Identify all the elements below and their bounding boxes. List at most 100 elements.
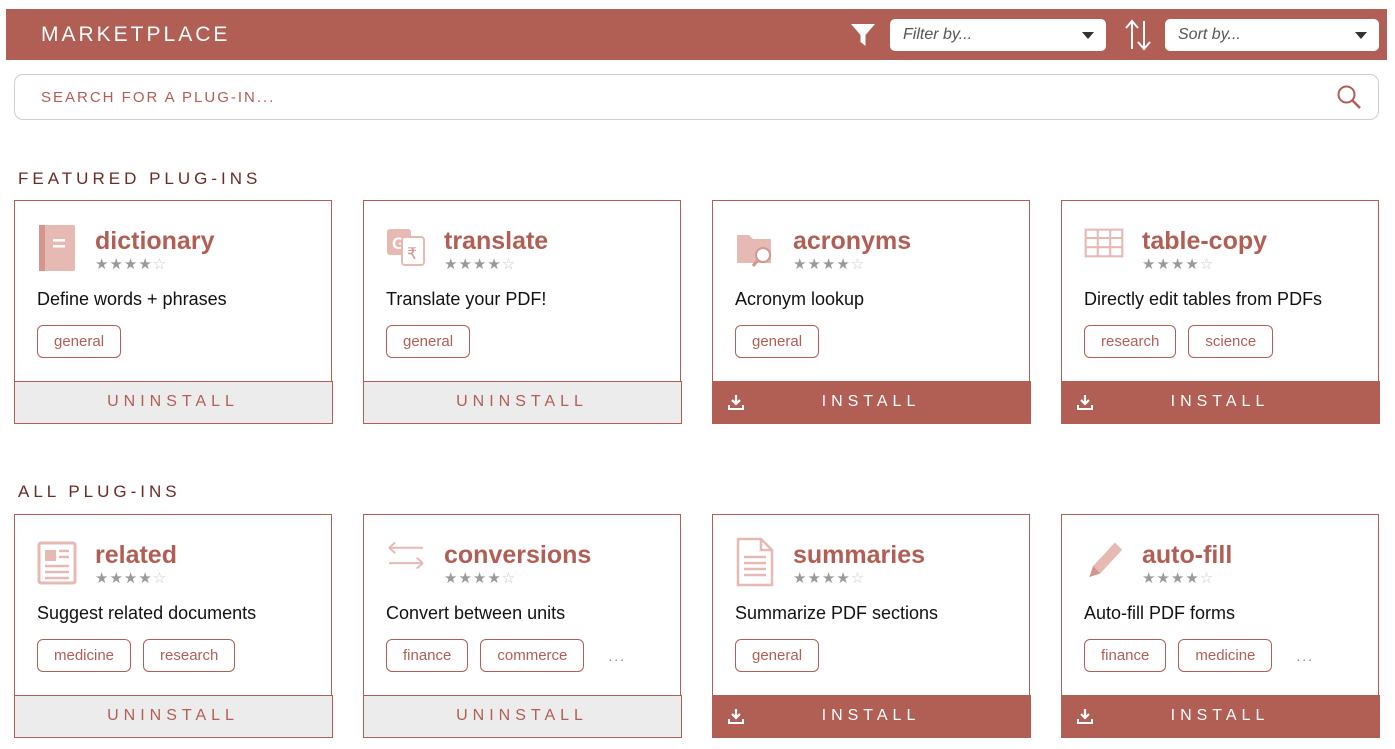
more-tags-indicator[interactable]: ... bbox=[1296, 648, 1314, 664]
plugin-name[interactable]: summaries bbox=[793, 540, 925, 570]
plugin-description: Directly edit tables from PDFs bbox=[1084, 289, 1323, 309]
download-icon bbox=[727, 708, 744, 724]
action-label: UNINSTALL bbox=[456, 707, 588, 724]
rating-stars: ★★★★☆ bbox=[95, 256, 214, 274]
install-button[interactable]: INSTALL bbox=[711, 380, 1031, 424]
search-icon[interactable] bbox=[1336, 84, 1362, 110]
plugin-name[interactable]: conversions bbox=[444, 540, 591, 570]
rating-stars: ★★★★☆ bbox=[793, 570, 925, 588]
rating-stars: ★★★★☆ bbox=[1142, 570, 1232, 588]
document-icon bbox=[735, 537, 775, 587]
half-star-icon: ☆ bbox=[501, 570, 517, 587]
book-icon bbox=[37, 223, 77, 273]
rating-stars: ★★★★☆ bbox=[793, 256, 911, 274]
app-title: MARKETPLACE bbox=[41, 22, 231, 46]
filter-icon[interactable] bbox=[850, 22, 876, 48]
install-button[interactable]: INSTALL bbox=[1060, 694, 1380, 738]
plugin-name[interactable]: auto-fill bbox=[1142, 540, 1232, 570]
plugin-card-auto-fill[interactable]: auto-fill ★★★★☆ Auto-fill PDF forms finance… bbox=[1060, 514, 1380, 738]
install-button[interactable]: INSTALL bbox=[1060, 380, 1380, 424]
plugin-card-table-copy[interactable]: table-copy ★★★★☆ Directly edit tables from… bbox=[1060, 200, 1380, 424]
card-header: conversions ★★★★☆ bbox=[386, 537, 591, 588]
card-header: summaries ★★★★☆ bbox=[735, 537, 925, 588]
tag-science[interactable]: science bbox=[1188, 325, 1274, 358]
plugin-description: Convert between units bbox=[386, 603, 566, 623]
card-header: dictionary ★★★★☆ bbox=[37, 223, 214, 274]
tag-list: finance commerce... bbox=[386, 639, 626, 672]
star-icon: ★★★★ bbox=[95, 570, 153, 587]
action-label: INSTALL bbox=[1170, 707, 1270, 724]
plugin-name[interactable]: related bbox=[95, 540, 177, 570]
tag-list: finance medicine... bbox=[1084, 639, 1314, 672]
table-icon bbox=[1084, 223, 1124, 273]
card-header: auto-fill ★★★★☆ bbox=[1084, 537, 1232, 588]
tag-commerce[interactable]: commerce bbox=[480, 639, 585, 672]
tag-finance[interactable]: finance bbox=[386, 639, 469, 672]
tag-list: general bbox=[386, 325, 471, 358]
newspaper-icon bbox=[37, 537, 77, 587]
download-icon bbox=[1076, 708, 1093, 724]
sort-select[interactable]: Sort by... bbox=[1165, 18, 1379, 51]
tag-general[interactable]: general bbox=[37, 325, 122, 358]
uninstall-button[interactable]: UNINSTALL bbox=[13, 380, 333, 424]
plugin-description: Auto-fill PDF forms bbox=[1084, 603, 1236, 623]
tag-list: general bbox=[735, 325, 820, 358]
tag-medicine[interactable]: medicine bbox=[37, 639, 132, 672]
tag-general[interactable]: general bbox=[735, 639, 820, 672]
card-header: G ₹ translate ★★★★☆ bbox=[386, 223, 548, 274]
plugin-name[interactable]: translate bbox=[444, 226, 548, 256]
rating-stars: ★★★★☆ bbox=[1142, 256, 1267, 274]
action-label: UNINSTALL bbox=[107, 707, 239, 724]
half-star-icon: ☆ bbox=[850, 570, 866, 587]
featured-section-title: FEATURED PLUG-INS bbox=[18, 169, 262, 188]
half-star-icon: ☆ bbox=[152, 256, 168, 273]
filter-select[interactable]: Filter by... bbox=[890, 18, 1106, 51]
tag-medicine[interactable]: medicine bbox=[1178, 639, 1273, 672]
action-label: INSTALL bbox=[1170, 393, 1270, 410]
card-header: related ★★★★☆ bbox=[37, 537, 177, 588]
action-label: UNINSTALL bbox=[107, 393, 239, 410]
card-header: acronyms ★★★★☆ bbox=[735, 223, 911, 274]
half-star-icon: ☆ bbox=[501, 256, 517, 273]
plugin-description: Summarize PDF sections bbox=[735, 603, 939, 623]
install-button[interactable]: INSTALL bbox=[711, 694, 1031, 738]
uninstall-button[interactable]: UNINSTALL bbox=[362, 380, 682, 424]
half-star-icon: ☆ bbox=[850, 256, 866, 273]
star-icon: ★★★★ bbox=[793, 256, 851, 273]
tag-general[interactable]: general bbox=[386, 325, 471, 358]
plugin-card-acronyms[interactable]: acronyms ★★★★☆ Acronym lookup general INSTAL… bbox=[711, 200, 1031, 424]
tag-research[interactable]: research bbox=[1084, 325, 1177, 358]
download-icon bbox=[1076, 394, 1093, 410]
plugin-name[interactable]: dictionary bbox=[95, 226, 214, 256]
plugin-name[interactable]: acronyms bbox=[793, 226, 911, 256]
tag-research[interactable]: research bbox=[143, 639, 236, 672]
star-icon: ★★★★ bbox=[793, 570, 851, 587]
featured-grid: dictionary ★★★★☆ Define words + phrases gen… bbox=[13, 200, 1380, 424]
plugin-description: Acronym lookup bbox=[735, 289, 865, 309]
pencil-icon bbox=[1084, 537, 1124, 587]
plugin-name[interactable]: table-copy bbox=[1142, 226, 1267, 256]
plugin-description: Define words + phrases bbox=[37, 289, 227, 309]
filter-select-value: Filter by... bbox=[903, 25, 973, 43]
more-tags-indicator[interactable]: ... bbox=[608, 648, 626, 664]
tag-general[interactable]: general bbox=[735, 325, 820, 358]
uninstall-button[interactable]: UNINSTALL bbox=[362, 694, 682, 738]
plugin-card-related[interactable]: related ★★★★☆ Suggest related documents med… bbox=[13, 514, 333, 738]
chevron-down-icon bbox=[1355, 31, 1367, 39]
top-bar: MARKETPLACE Filter by... Sort by... bbox=[6, 9, 1387, 60]
tag-finance[interactable]: finance bbox=[1084, 639, 1167, 672]
rating-stars: ★★★★☆ bbox=[444, 570, 591, 588]
plugin-card-conversions[interactable]: conversions ★★★★☆ Convert between units fin… bbox=[362, 514, 682, 738]
plugin-card-dictionary[interactable]: dictionary ★★★★☆ Define words + phrases gen… bbox=[13, 200, 333, 424]
search-bar bbox=[14, 74, 1379, 120]
half-star-icon: ☆ bbox=[1199, 570, 1215, 587]
star-icon: ★★★★ bbox=[1142, 570, 1200, 587]
plugin-card-summaries[interactable]: summaries ★★★★☆ Summarize PDF sections gene… bbox=[711, 514, 1031, 738]
uninstall-button[interactable]: UNINSTALL bbox=[13, 694, 333, 738]
translate-icon: G ₹ bbox=[386, 223, 426, 273]
sort-icon[interactable] bbox=[1123, 17, 1153, 53]
plugin-description: Suggest related documents bbox=[37, 603, 257, 623]
tag-list: general bbox=[735, 639, 820, 672]
plugin-card-translate[interactable]: G ₹ translate ★★★★☆ Translate your PDF! gener… bbox=[362, 200, 682, 424]
search-input[interactable] bbox=[39, 87, 1336, 107]
